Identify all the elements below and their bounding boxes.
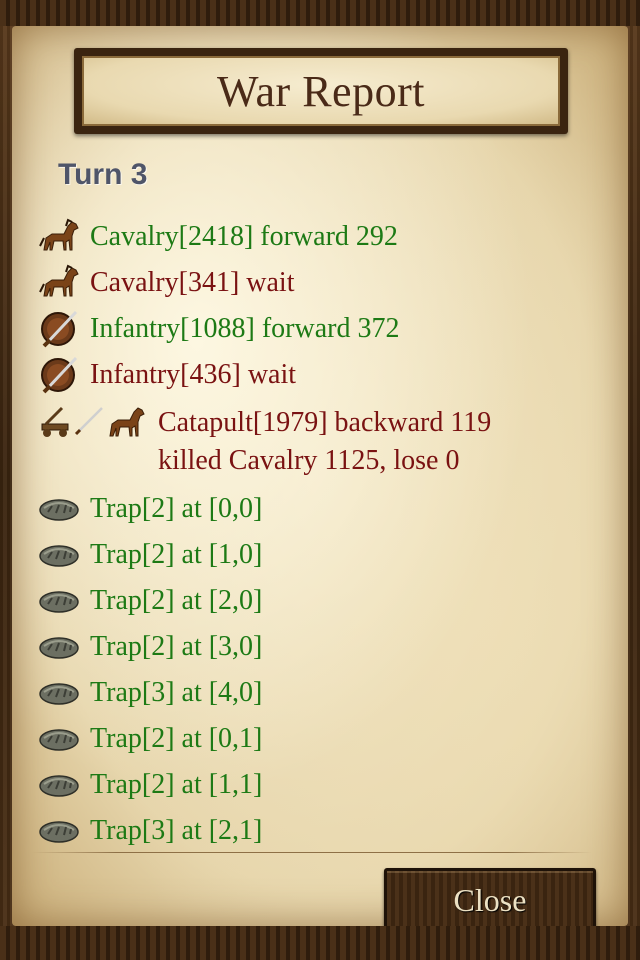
trap-icon <box>38 534 82 574</box>
log-entry-line: Trap[2] at [1,0] <box>90 539 263 570</box>
log-entry-text: Trap[2] at [0,1] <box>90 720 262 758</box>
log-entry-text: Trap[3] at [4,0] <box>90 674 262 712</box>
shield-sword-icon <box>38 308 82 348</box>
top-frame-trim <box>0 0 640 26</box>
trap-icon <box>38 626 82 666</box>
trap-icon <box>38 718 82 758</box>
log-entry-line: Trap[2] at [0,0] <box>90 493 263 524</box>
trap-icon <box>38 580 82 620</box>
title-plate: War Report <box>82 56 560 126</box>
close-button-label: Close <box>453 881 527 918</box>
log-entry-text: Trap[2] at [1,0] <box>90 536 262 574</box>
log-entry-line: Catapult[1979] backward 119 <box>158 407 492 438</box>
horse-icon <box>38 216 82 256</box>
log-entry-text: Trap[2] at [0,0] <box>90 490 262 528</box>
log-entry-line: Trap[3] at [2,1] <box>90 815 263 846</box>
log-entry-text: Infantry[436] wait <box>90 356 296 394</box>
title-banner: War Report <box>74 48 568 134</box>
turn-label: Turn 3 <box>58 158 148 191</box>
log-entry-text: Trap[2] at [3,0] <box>90 628 262 666</box>
divider <box>32 852 592 853</box>
log-entry-line: Trap[3] at [4,0] <box>90 677 263 708</box>
log-entry-line: Cavalry[341] wait <box>90 267 295 298</box>
page-title: War Report <box>217 66 425 116</box>
log-entry-line: Infantry[436] wait <box>90 359 297 390</box>
log-entry-text: Trap[2] at [2,0] <box>90 582 262 620</box>
log-entry-text: Trap[3] at [2,1] <box>90 812 262 850</box>
trap-icon <box>38 764 82 804</box>
log-entry-line: Trap[2] at [0,1] <box>90 723 263 754</box>
shield-sword-icon <box>38 354 82 394</box>
log-entry-text: Cavalry[341] wait <box>90 264 295 302</box>
log-entry-line: Infantry[1088] forward 372 <box>90 313 400 344</box>
trap-icon <box>38 488 82 528</box>
log-entry-detail: killed Cavalry 1125, lose 0 <box>158 445 460 476</box>
log-entry-line: Trap[2] at [1,1] <box>90 769 263 800</box>
catapult-attack-horse-icon <box>38 402 154 442</box>
log-entry-line: Trap[2] at [2,0] <box>90 585 263 616</box>
log-entry-line: Cavalry[2418] forward 292 <box>90 221 398 252</box>
close-button[interactable]: Close <box>384 868 596 932</box>
horse-icon <box>38 262 82 302</box>
trap-icon <box>38 810 82 850</box>
log-entry-text: Cavalry[2418] forward 292 <box>90 218 398 256</box>
log-entry-line: Trap[2] at [3,0] <box>90 631 263 662</box>
trap-icon <box>38 672 82 712</box>
log-entry-text: Infantry[1088] forward 372 <box>90 310 399 348</box>
log-entry-text: Catapult[1979] backward 119 killed Cavalr… <box>158 404 491 480</box>
log-entry-text: Trap[2] at [1,1] <box>90 766 262 804</box>
bottom-frame-trim <box>0 926 640 960</box>
